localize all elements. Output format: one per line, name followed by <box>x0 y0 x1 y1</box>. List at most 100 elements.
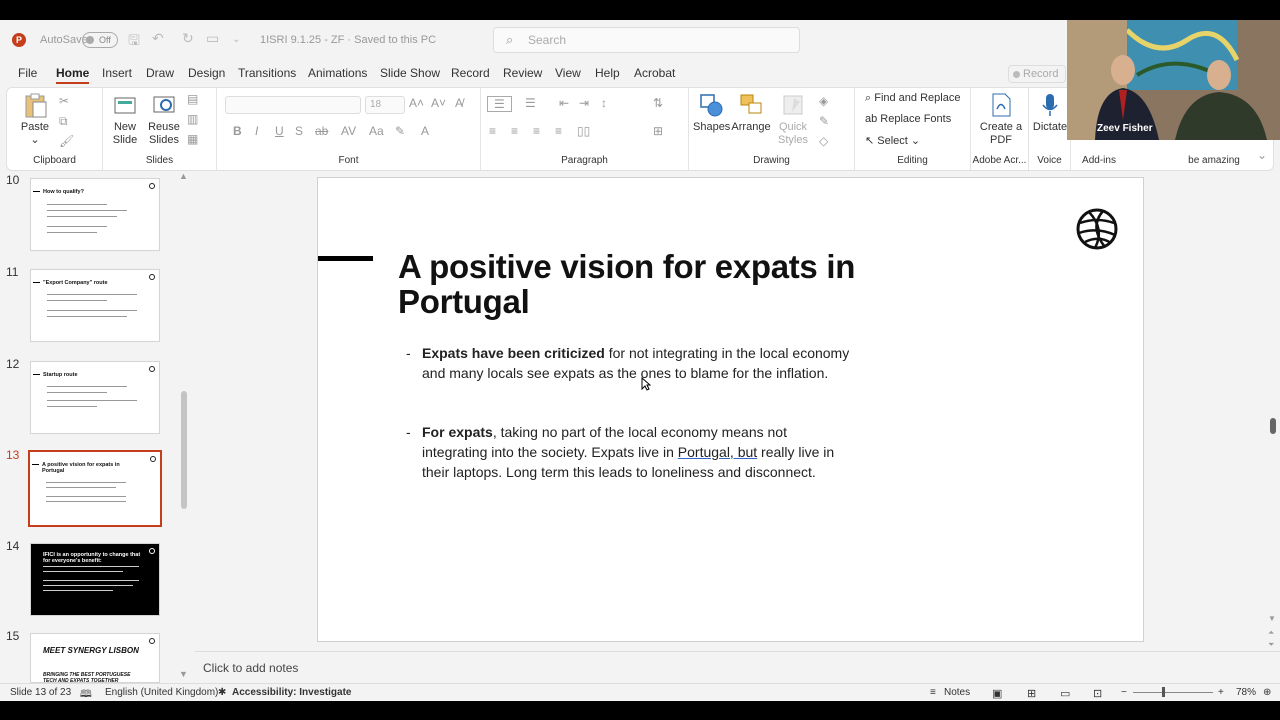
tab-review[interactable]: Review <box>503 66 542 80</box>
select-button[interactable]: ↖ Select ⌄ <box>865 134 920 147</box>
shadow-icon[interactable]: S <box>295 124 303 138</box>
strikethrough-icon[interactable]: ab <box>315 124 328 138</box>
font-color-icon[interactable]: A <box>421 124 429 138</box>
tab-acrobat[interactable]: Acrobat <box>634 66 675 80</box>
replace-fonts-button[interactable]: ab Replace Fonts <box>865 113 951 125</box>
slide-thumbnail[interactable]: "Export Company" route <box>30 269 160 342</box>
italic-icon[interactable]: I <box>255 124 258 138</box>
zoom-in-icon[interactable]: + <box>1218 687 1224 698</box>
shape-fill-icon[interactable]: ◈ <box>819 94 828 108</box>
zoom-level[interactable]: 78% <box>1236 687 1256 698</box>
line-spacing-icon[interactable]: ↕ <box>601 96 607 110</box>
change-case-icon[interactable]: Aa <box>369 124 384 138</box>
record-button[interactable]: Record <box>1008 65 1066 83</box>
present-icon[interactable]: ▭ <box>206 30 219 47</box>
slide-thumbnail-selected[interactable]: A positive vision for expats in Portugal <box>28 450 162 527</box>
canvas-scrollbar[interactable]: ▼ ⏶ ⏷ <box>1266 173 1280 651</box>
scroll-down-icon[interactable]: ▼ <box>1268 614 1276 623</box>
redo-icon[interactable]: ↻ <box>182 30 194 47</box>
bold-icon[interactable]: B <box>233 124 242 138</box>
search-box[interactable]: ⌕ Search <box>493 27 800 53</box>
previous-slide-icon[interactable]: ⏶ <box>1268 628 1274 638</box>
dictate-button[interactable]: Dictate <box>1031 92 1069 134</box>
zoom-slider-thumb[interactable] <box>1162 687 1165 697</box>
copy-icon[interactable]: ⧉ <box>59 114 68 129</box>
format-painter-icon[interactable]: 🖌 <box>59 134 74 148</box>
tab-slide-show[interactable]: Slide Show <box>380 66 440 80</box>
tab-transitions[interactable]: Transitions <box>238 66 296 80</box>
fit-slide-icon[interactable]: ⊕ <box>1263 687 1271 698</box>
notes-pane[interactable]: Click to add notes <box>195 651 1280 683</box>
quick-styles-button[interactable]: Quick Styles <box>773 92 813 147</box>
accessibility-status[interactable]: Accessibility: Investigate <box>232 687 352 698</box>
shape-effects-icon[interactable]: ◇ <box>819 134 828 148</box>
cut-icon[interactable]: ✂ <box>59 94 69 108</box>
normal-view-icon[interactable]: ▣ <box>992 687 1002 700</box>
slideshow-icon[interactable]: ⊡ <box>1093 687 1102 700</box>
slide[interactable]: A positive vision for expats in Portugal… <box>317 177 1144 642</box>
language-status[interactable]: English (United Kingdom) <box>105 687 218 698</box>
align-center-icon[interactable]: ≡ <box>511 124 518 138</box>
create-pdf-button[interactable]: Create a PDF <box>979 92 1023 147</box>
underline-icon[interactable]: U <box>275 124 284 138</box>
document-title[interactable]: 1ISRI 9.1.25 - ZF · Saved to this PC <box>260 34 436 46</box>
scroll-down-icon[interactable]: ▼ <box>179 669 188 679</box>
paste-button[interactable]: Paste ⌄ <box>15 92 55 147</box>
slide-thumbnail[interactable]: IFICI is an opportunity to change that f… <box>30 543 160 616</box>
zoom-slider[interactable] <box>1133 692 1213 693</box>
new-slide-button[interactable]: New Slide <box>109 92 141 147</box>
columns-icon[interactable]: ▯▯ <box>577 124 590 138</box>
slide-title[interactable]: A positive vision for expats in Portugal <box>398 249 958 319</box>
tab-record[interactable]: Record <box>451 66 490 80</box>
slide-thumbnail[interactable]: How to qualify? <box>30 178 160 251</box>
smartart-icon[interactable]: ⊞ <box>653 124 663 138</box>
reset-icon[interactable]: ▥ <box>187 112 198 126</box>
shapes-button[interactable]: Shapes <box>693 92 730 134</box>
layout-icon[interactable]: ▤ <box>187 92 198 106</box>
undo-icon[interactable]: ↶ <box>152 30 164 47</box>
slide-sorter-icon[interactable]: ⊞ <box>1027 687 1036 700</box>
next-slide-icon[interactable]: ⏷ <box>1268 640 1274 650</box>
arrange-button[interactable]: Arrange <box>731 92 771 134</box>
tab-view[interactable]: View <box>555 66 581 80</box>
tab-home[interactable]: Home <box>56 66 90 84</box>
text-direction-icon[interactable]: ⇅ <box>653 96 663 110</box>
clear-format-icon[interactable]: A̸ <box>455 96 463 110</box>
slide-thumbnail[interactable]: Startup route <box>30 361 160 434</box>
scroll-up-icon[interactable]: ▲ <box>179 171 188 181</box>
zoom-out-icon[interactable]: − <box>1121 687 1127 698</box>
increase-indent-icon[interactable]: ⇥ <box>579 96 589 110</box>
decrease-font-icon[interactable]: A˅ <box>431 96 446 110</box>
spellcheck-underlined-text[interactable]: Portugal, but <box>678 444 757 460</box>
find-replace-button[interactable]: ⌕ Find and Replace <box>865 92 960 105</box>
notes-button[interactable]: Notes <box>944 687 970 698</box>
numbering-icon[interactable]: ☰ <box>525 96 536 110</box>
highlight-icon[interactable]: ✎ <box>395 124 405 138</box>
canvas-scroll-thumb[interactable] <box>1270 418 1276 434</box>
thumbnail-scrollbar[interactable] <box>181 391 187 509</box>
reuse-slides-button[interactable]: Reuse Slides <box>147 92 181 147</box>
decrease-indent-icon[interactable]: ⇤ <box>559 96 569 110</box>
tab-design[interactable]: Design <box>188 66 225 80</box>
bullets-icon[interactable]: ☰ <box>487 96 512 112</box>
increase-font-icon[interactable]: A˄ <box>409 96 424 110</box>
section-icon[interactable]: ▦ <box>187 132 198 146</box>
justify-icon[interactable]: ≡ <box>555 124 562 138</box>
align-left-icon[interactable]: ≡ <box>489 124 496 138</box>
customize-qat-icon[interactable]: ⌄ <box>232 34 240 45</box>
autosave-toggle[interactable]: Off <box>82 32 118 48</box>
reading-view-icon[interactable]: ▭ <box>1060 687 1070 700</box>
tab-file[interactable]: File <box>18 66 37 80</box>
collapse-ribbon-icon[interactable]: ⌄ <box>1257 148 1267 162</box>
tab-animations[interactable]: Animations <box>308 66 367 80</box>
font-name-box[interactable] <box>225 96 361 114</box>
shape-outline-icon[interactable]: ✎ <box>819 114 829 128</box>
save-icon[interactable]: 🖫 <box>128 30 140 54</box>
font-size-box[interactable]: 18 <box>365 96 405 114</box>
spacing-icon[interactable]: AV <box>341 124 356 138</box>
slide-thumbnail[interactable]: MEET SYNERGY LISBON BRINGING THE BEST PO… <box>30 633 160 683</box>
align-right-icon[interactable]: ≡ <box>533 124 540 138</box>
tab-draw[interactable]: Draw <box>146 66 174 80</box>
tab-insert[interactable]: Insert <box>102 66 132 80</box>
tab-help[interactable]: Help <box>595 66 620 80</box>
